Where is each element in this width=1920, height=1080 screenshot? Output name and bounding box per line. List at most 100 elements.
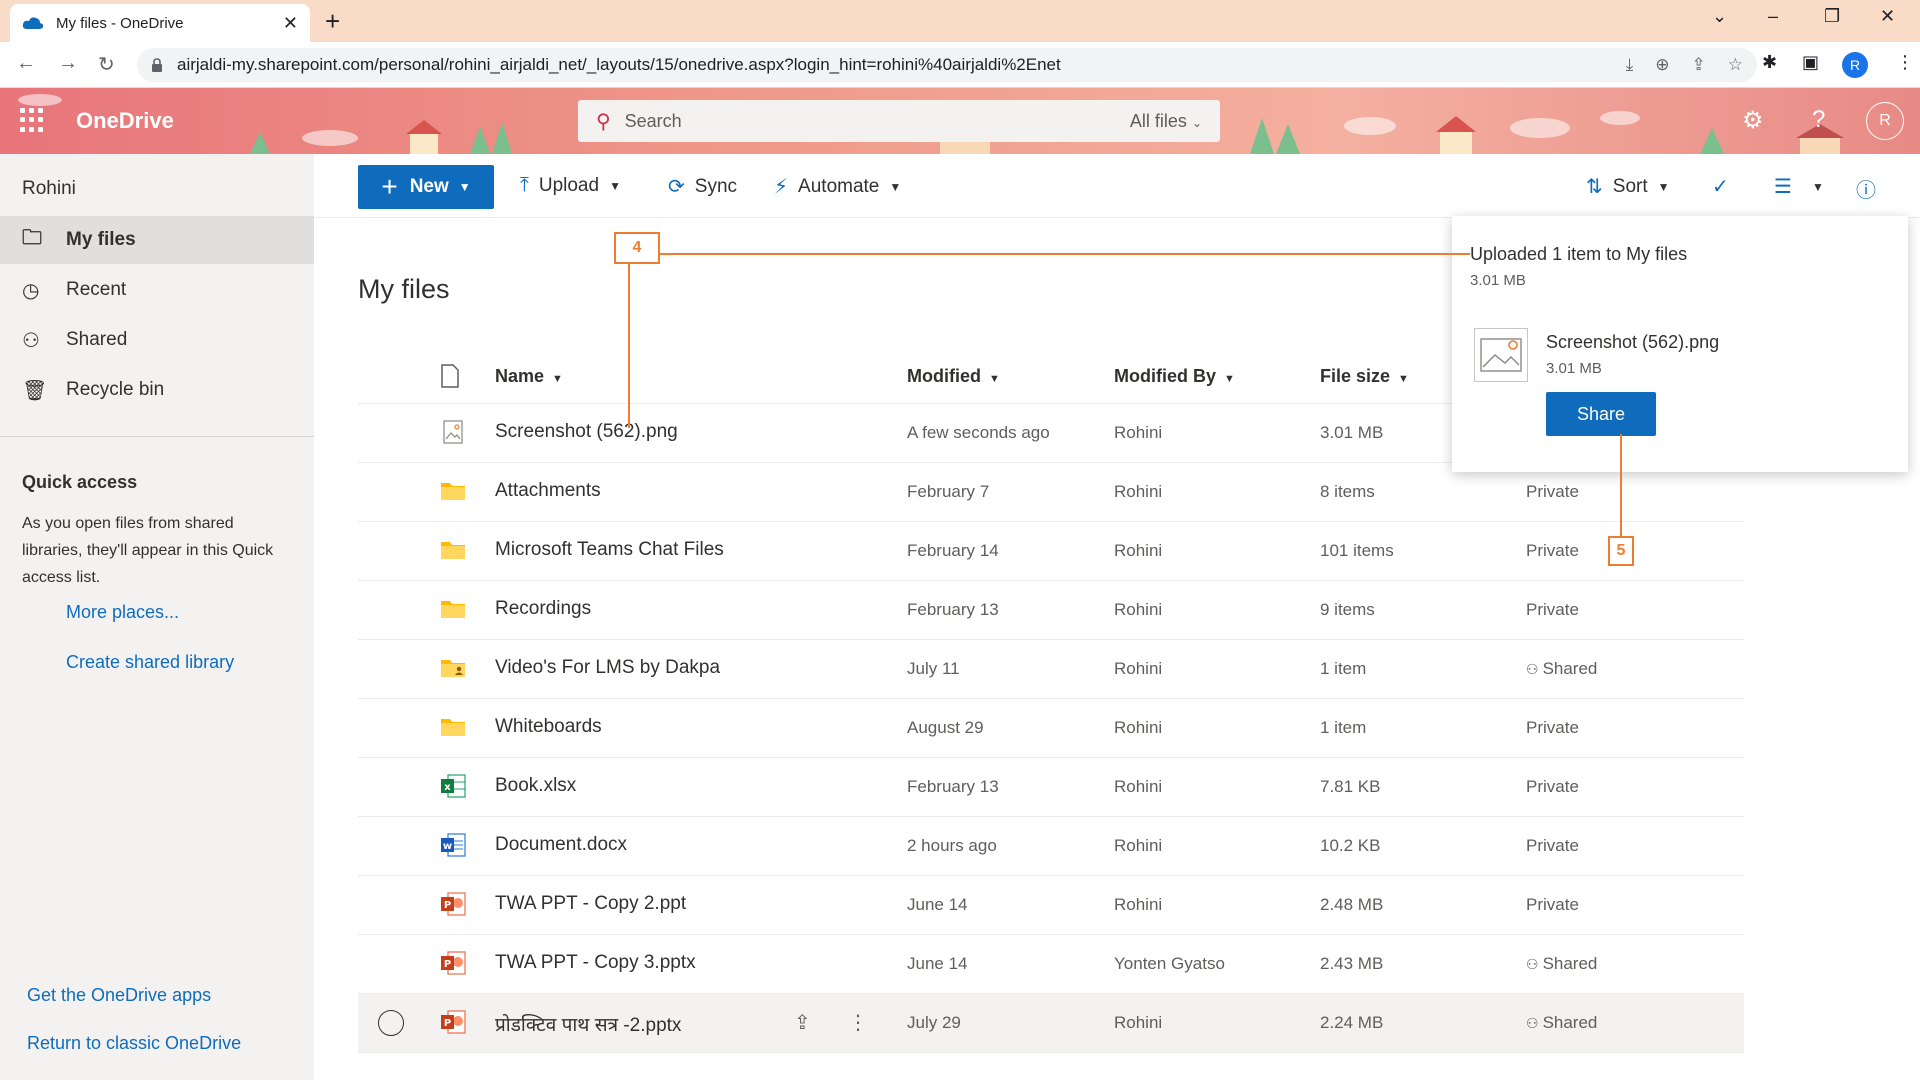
automate-button[interactable]: ⚡ Automate ▼: [774, 174, 901, 199]
zoom-icon[interactable]: ⊕: [1655, 55, 1669, 75]
nav-item-my-files[interactable]: 🗀 My files: [0, 216, 314, 264]
browser-tab[interactable]: My files - OneDrive ✕: [10, 4, 310, 42]
column-header-file-size[interactable]: File size ▼: [1320, 366, 1409, 387]
share-icon[interactable]: ⇪: [794, 1010, 811, 1035]
menu-dots-icon[interactable]: ⋮: [1896, 52, 1914, 73]
app-launcher-icon[interactable]: [20, 108, 44, 132]
column-header-modified[interactable]: Modified ▼: [907, 366, 1000, 387]
info-pane-icon[interactable]: ⓘ: [1856, 174, 1886, 203]
file-size: 101 items: [1320, 541, 1394, 560]
nav-item-shared[interactable]: ⚇ Shared: [0, 316, 314, 364]
quick-access-description: As you open files from shared libraries,…: [22, 515, 274, 586]
address-bar[interactable]: airjaldi-my.sharepoint.com/personal/rohi…: [137, 48, 1757, 82]
tab-search-icon[interactable]: ⌄: [1712, 6, 1727, 27]
table-row[interactable]: Microsoft Teams Chat Files February 14 Roh…: [358, 522, 1744, 581]
sort-button[interactable]: ⇅ Sort ▼: [1586, 174, 1670, 199]
file-name[interactable]: Screenshot (562).png: [495, 421, 678, 443]
create-shared-library-link[interactable]: Create shared library: [66, 652, 234, 673]
file-name[interactable]: Video's For LMS by Dakpa: [495, 657, 720, 679]
search-placeholder: Search: [624, 110, 682, 131]
share-page-icon[interactable]: ⇪: [1692, 55, 1706, 75]
forward-icon[interactable]: →: [58, 52, 78, 75]
nav-item-recycle-bin[interactable]: 🗑 Recycle bin: [0, 366, 314, 414]
new-label: New: [409, 176, 449, 197]
file-name[interactable]: Recordings: [495, 598, 591, 620]
search-input[interactable]: ⚲ Search All files ⌄: [578, 100, 1220, 142]
table-row[interactable]: P TWA PPT - Copy 2.ppt June 14 Rohini 2.48 M…: [358, 876, 1744, 935]
user-name: Rohini: [22, 178, 76, 199]
file-type-icon[interactable]: [440, 364, 460, 388]
nav-item-recent[interactable]: ◷ Recent: [0, 266, 314, 314]
sharing-status: Private: [1526, 777, 1579, 796]
folder-icon: 🗀: [22, 227, 42, 249]
file-name[interactable]: TWA PPT - Copy 3.pptx: [495, 952, 696, 974]
file-name[interactable]: प्रोडक्टिव पाथ सत्र -2.pptx: [495, 1011, 681, 1037]
table-row[interactable]: w Document.docx 2 hours ago Rohini 10.2 KB Pr…: [358, 817, 1744, 876]
settings-gear-icon[interactable]: ⚙: [1742, 106, 1764, 135]
row-select-checkbox[interactable]: [378, 1010, 404, 1036]
file-size: 7.81 KB: [1320, 777, 1381, 796]
file-name[interactable]: Microsoft Teams Chat Files: [495, 539, 724, 561]
search-scope-dropdown[interactable]: All files ⌄: [1130, 111, 1202, 132]
annotation-connector: [628, 264, 630, 428]
file-name[interactable]: Whiteboards: [495, 716, 602, 738]
table-row[interactable]: Video's For LMS by Dakpa July 11 Rohini 1 i…: [358, 640, 1744, 699]
more-places-link[interactable]: More places...: [66, 602, 179, 623]
maximize-icon[interactable]: ❐: [1824, 6, 1840, 27]
annotation-connector: [660, 253, 1062, 255]
onedrive-brand[interactable]: OneDrive: [76, 108, 174, 134]
file-size: 2.24 MB: [1320, 1013, 1384, 1032]
file-name[interactable]: TWA PPT - Copy 2.ppt: [495, 893, 686, 915]
modified-date: 2 hours ago: [907, 836, 997, 855]
back-icon[interactable]: ←: [16, 52, 36, 75]
annotation-step-4: 4: [614, 232, 660, 264]
modified-date: June 14: [907, 895, 968, 914]
svg-text:P: P: [444, 1018, 451, 1029]
view-options-icon[interactable]: ☰ ▼: [1774, 174, 1824, 199]
browser-profile-avatar[interactable]: R: [1842, 52, 1868, 78]
sharing-status: Private: [1526, 541, 1579, 560]
return-classic-link[interactable]: Return to classic OneDrive: [27, 1033, 241, 1054]
modified-date: July 11: [907, 659, 960, 678]
table-row[interactable]: x Book.xlsx February 13 Rohini 7.81 KB Privat…: [358, 758, 1744, 817]
shared-people-icon: ⚇: [1526, 956, 1539, 972]
share-button[interactable]: Share: [1546, 392, 1656, 436]
extensions-icon[interactable]: ✱: [1762, 52, 1777, 73]
install-icon[interactable]: ⤓: [1626, 55, 1634, 75]
table-row[interactable]: P TWA PPT - Copy 3.pptx June 14 Yonten Gyat…: [358, 935, 1744, 994]
sharing-status: Private: [1526, 718, 1579, 737]
sync-button[interactable]: ⟳ Sync: [668, 174, 737, 199]
close-tab-icon[interactable]: ✕: [283, 13, 298, 34]
close-window-icon[interactable]: ✕: [1880, 6, 1895, 27]
table-row[interactable]: Whiteboards August 29 Rohini 1 item Private: [358, 699, 1744, 758]
modified-date: July 29: [907, 1013, 961, 1032]
sharing-status: Private: [1526, 895, 1579, 914]
select-checkmark-icon[interactable]: ✓: [1712, 174, 1739, 199]
account-avatar[interactable]: R: [1866, 102, 1904, 140]
file-size: 10.2 KB: [1320, 836, 1381, 855]
get-onedrive-apps-link[interactable]: Get the OneDrive apps: [27, 985, 211, 1006]
bookmark-star-icon[interactable]: ☆: [1728, 55, 1743, 75]
file-name[interactable]: Document.docx: [495, 834, 627, 856]
annotation-step-5: 5: [1608, 536, 1634, 566]
file-name[interactable]: Attachments: [495, 480, 601, 502]
more-actions-icon[interactable]: ⋮: [848, 1010, 868, 1035]
new-tab-button[interactable]: +: [325, 6, 340, 37]
sidepanel-icon[interactable]: ▣: [1802, 52, 1819, 73]
help-icon[interactable]: ?: [1812, 106, 1825, 134]
svg-text:x: x: [444, 782, 451, 793]
upload-button[interactable]: ⤒ Upload ▼: [520, 174, 621, 197]
browser-tabstrip: My files - OneDrive ✕ + ⌄ – ❐ ✕: [0, 0, 1920, 42]
flyout-file-name: Screenshot (562).png: [1546, 332, 1720, 352]
table-row[interactable]: P प्रोडक्टिव पाथ सत्र -2.pptx ⇪ ⋮ July 29 Roh…: [358, 994, 1744, 1053]
command-bar: + New ▼ ⤒ Upload ▼ ⟳ Sync ⚡ Automate ▼ ⇅…: [314, 154, 1920, 218]
column-header-name[interactable]: Name ▼: [495, 366, 563, 387]
table-row[interactable]: Recordings February 13 Rohini 9 items Privat…: [358, 581, 1744, 640]
reload-icon[interactable]: ↻: [98, 52, 115, 77]
minimize-icon[interactable]: –: [1768, 6, 1778, 27]
file-name[interactable]: Book.xlsx: [495, 775, 576, 797]
new-button[interactable]: + New ▼: [358, 165, 494, 209]
modified-date: February 13: [907, 600, 999, 619]
onedrive-cloud-icon: [22, 17, 44, 29]
column-header-modified-by[interactable]: Modified By ▼: [1114, 366, 1235, 387]
